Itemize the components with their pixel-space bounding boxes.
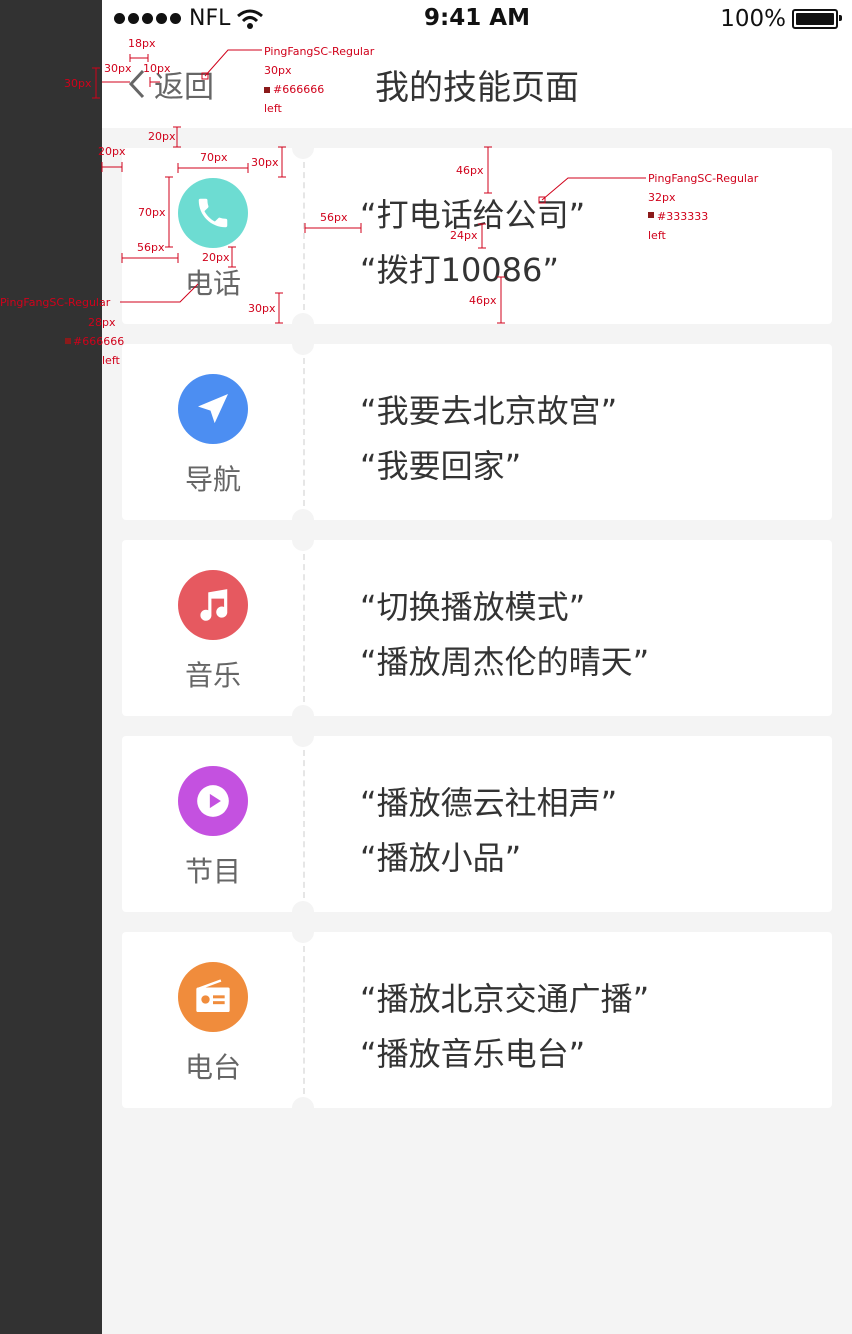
play-icon	[197, 785, 229, 817]
annotation-label: 46px	[469, 294, 497, 307]
annotation-label: #666666	[73, 335, 125, 348]
dashed-divider	[303, 750, 305, 898]
annotation-label: left	[264, 102, 282, 115]
skill-card-music[interactable]: 音乐 “切换播放模式” “播放周杰伦的晴天”	[122, 529, 832, 727]
annotation-label: 30px	[104, 62, 132, 75]
card-notch	[292, 901, 314, 923]
card-notch	[292, 509, 314, 531]
card-notch	[292, 725, 314, 747]
skill-phrase: “切换播放模式”	[360, 588, 586, 626]
nav-bar: 返回 我的技能页面	[102, 40, 852, 128]
annotation-label: PingFangSC-Regular	[648, 172, 759, 185]
skill-phrase: “播放音乐电台”	[360, 1035, 586, 1073]
phone-icon	[198, 198, 228, 228]
annotation-label: 30px	[264, 64, 292, 77]
music-note-icon	[200, 589, 228, 621]
annotation-label: #333333	[657, 210, 709, 223]
card-notch	[292, 137, 314, 159]
annotation-label: 46px	[456, 164, 484, 177]
annotation-label: #666666	[273, 83, 325, 96]
page-title: 我的技能页面	[375, 68, 579, 108]
skill-card-program[interactable]: 节目 “播放德云社相声” “播放小品”	[122, 725, 832, 923]
annotation-label: 20px	[148, 130, 176, 143]
navigation-arrow-icon	[198, 394, 228, 424]
battery-icon	[792, 9, 842, 29]
annotation-label: 70px	[200, 151, 228, 164]
annotation-label: 30px	[64, 77, 92, 90]
skill-phrase: “我要回家”	[360, 447, 522, 485]
left-panel	[0, 0, 102, 1334]
skill-label: 电话	[184, 267, 241, 300]
annotation-label: 56px	[137, 241, 165, 254]
skill-phrase: “拨打10086”	[360, 251, 559, 289]
annotation-label: 18px	[128, 37, 156, 50]
annotation-label: left	[648, 229, 666, 242]
dashed-divider	[303, 554, 305, 702]
skill-icon-circle	[178, 374, 248, 444]
skill-phrase: “播放德云社相声”	[360, 784, 618, 822]
card-notch	[292, 529, 314, 551]
dashed-divider	[303, 358, 305, 506]
skill-phrase: “我要去北京故宫”	[360, 392, 618, 430]
annotation-label: 30px	[248, 302, 276, 315]
skill-label: 音乐	[184, 659, 241, 692]
skill-card-radio[interactable]: 电台 “播放北京交通广播” “播放音乐电台”	[122, 921, 832, 1119]
battery-percent: 100%	[720, 6, 786, 32]
status-bar: NFL 9:41 AM 100%	[102, 0, 852, 40]
radio-icon	[196, 979, 230, 1012]
dashed-divider	[303, 162, 305, 310]
skill-icon-circle	[178, 570, 248, 640]
skill-label: 节目	[184, 855, 241, 888]
skill-label: 导航	[184, 463, 241, 496]
card-notch	[292, 705, 314, 727]
phone-screen: NFL 9:41 AM 100% 返回 我的技能页面 电话 “打电话给公司” “…	[102, 0, 852, 1334]
annotation-label: left	[102, 354, 120, 367]
skill-phrase: “播放周杰伦的晴天”	[360, 643, 650, 681]
annotation-label: 10px	[143, 62, 171, 75]
skill-icon-circle	[178, 962, 248, 1032]
annotation-label: 20px	[98, 145, 126, 158]
card-notch	[292, 333, 314, 355]
card-notch	[292, 1097, 314, 1119]
skill-icon-circle	[178, 766, 248, 836]
annotation-label: 24px	[450, 229, 478, 242]
annotation-label: 28px	[88, 316, 116, 329]
annotation-label: PingFangSC-Regular	[0, 296, 111, 309]
card-notch	[292, 921, 314, 943]
annotation-label: 20px	[202, 251, 230, 264]
skill-card-navigation[interactable]: 导航 “我要去北京故宫” “我要回家”	[122, 333, 832, 531]
dashed-divider	[303, 946, 305, 1094]
card-notch	[292, 313, 314, 335]
status-right: 100%	[720, 6, 842, 32]
skill-phrase: “播放小品”	[360, 839, 522, 877]
annotation-label: 56px	[320, 211, 348, 224]
skill-phrase: “播放北京交通广播”	[360, 980, 650, 1018]
annotation-label: 32px	[648, 191, 676, 204]
skill-icon-circle	[178, 178, 248, 248]
skill-label: 电台	[184, 1051, 241, 1084]
annotation-label: PingFangSC-Regular	[264, 45, 375, 58]
annotation-label: 30px	[251, 156, 279, 169]
annotation-label: 70px	[138, 206, 166, 219]
